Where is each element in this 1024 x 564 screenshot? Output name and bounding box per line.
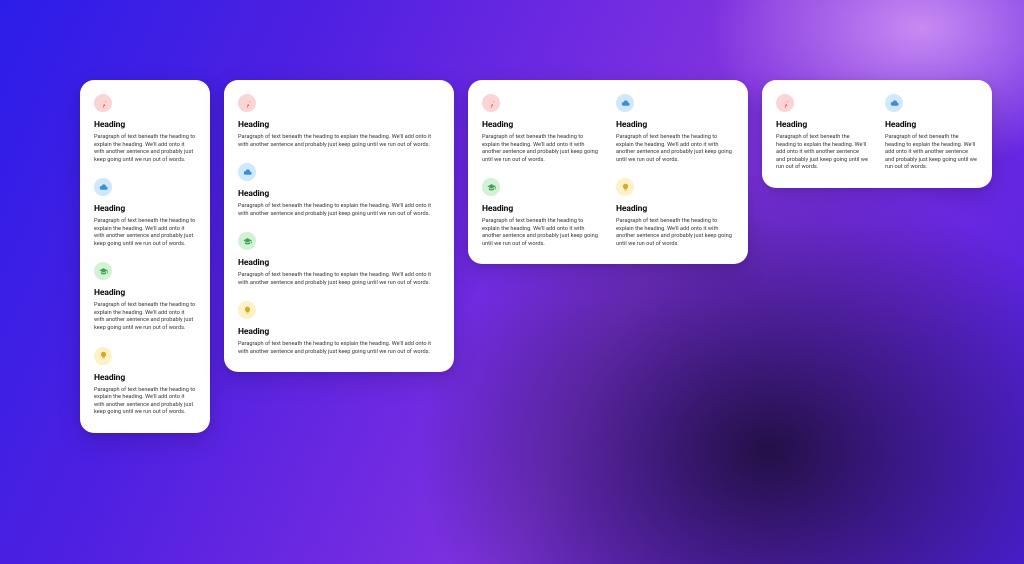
feature-heading: Heading (238, 189, 440, 199)
feature-text: Paragraph of text beneath the heading to… (885, 134, 978, 172)
card-1: Heading Paragraph of text beneath the he… (80, 80, 210, 433)
feature-heading: Heading (482, 120, 600, 130)
pin-icon (776, 94, 794, 112)
feature-text: Paragraph of text beneath the heading to… (238, 272, 440, 287)
feature-heading: Heading (776, 120, 869, 130)
feature-heading: Heading (616, 204, 734, 214)
cloud-icon (616, 94, 634, 112)
cloud-icon (94, 178, 112, 196)
feature-item: Heading Paragraph of text beneath the he… (616, 94, 734, 164)
card-4: Heading Paragraph of text beneath the he… (762, 80, 992, 188)
card-3: Heading Paragraph of text beneath the he… (468, 80, 748, 264)
feature-item: Heading Paragraph of text beneath the he… (885, 94, 978, 172)
feature-item: Heading Paragraph of text beneath the he… (238, 163, 440, 218)
feature-text: Paragraph of text beneath the heading to… (482, 134, 600, 164)
feature-text: Paragraph of text beneath the heading to… (616, 134, 734, 164)
feature-text: Paragraph of text beneath the heading to… (776, 134, 869, 172)
feature-item: Heading Paragraph of text beneath the he… (776, 94, 869, 172)
feature-item: Heading Paragraph of text beneath the he… (94, 94, 196, 164)
feature-item: Heading Paragraph of text beneath the he… (94, 347, 196, 417)
pin-icon (482, 94, 500, 112)
card-2: Heading Paragraph of text beneath the he… (224, 80, 454, 372)
canvas: Heading Paragraph of text beneath the he… (0, 0, 1024, 564)
feature-heading: Heading (94, 373, 196, 383)
cloud-icon (885, 94, 903, 112)
feature-item: Heading Paragraph of text beneath the he… (94, 262, 196, 332)
feature-item: Heading Paragraph of text beneath the he… (94, 178, 196, 248)
lightbulb-icon (616, 178, 634, 196)
feature-text: Paragraph of text beneath the heading to… (238, 341, 440, 356)
feature-heading: Heading (94, 204, 196, 214)
feature-text: Paragraph of text beneath the heading to… (94, 387, 196, 417)
feature-text: Paragraph of text beneath the heading to… (94, 134, 196, 164)
feature-text: Paragraph of text beneath the heading to… (616, 218, 734, 248)
feature-heading: Heading (616, 120, 734, 130)
feature-heading: Heading (482, 204, 600, 214)
pin-icon (94, 94, 112, 112)
feature-text: Paragraph of text beneath the heading to… (482, 218, 600, 248)
feature-text: Paragraph of text beneath the heading to… (94, 302, 196, 332)
feature-heading: Heading (238, 120, 440, 130)
feature-heading: Heading (238, 327, 440, 337)
graduation-cap-icon (482, 178, 500, 196)
lightbulb-icon (238, 301, 256, 319)
feature-item: Heading Paragraph of text beneath the he… (238, 94, 440, 149)
feature-item: Heading Paragraph of text beneath the he… (238, 232, 440, 287)
feature-item: Heading Paragraph of text beneath the he… (238, 301, 440, 356)
feature-heading: Heading (238, 258, 440, 268)
pin-icon (238, 94, 256, 112)
feature-item: Heading Paragraph of text beneath the he… (616, 178, 734, 248)
graduation-cap-icon (94, 262, 112, 280)
feature-text: Paragraph of text beneath the heading to… (238, 203, 440, 218)
feature-heading: Heading (94, 288, 196, 298)
feature-text: Paragraph of text beneath the heading to… (94, 218, 196, 248)
feature-text: Paragraph of text beneath the heading to… (238, 134, 440, 149)
cloud-icon (238, 163, 256, 181)
feature-heading: Heading (94, 120, 196, 130)
feature-heading: Heading (885, 120, 978, 130)
feature-item: Heading Paragraph of text beneath the he… (482, 178, 600, 248)
graduation-cap-icon (238, 232, 256, 250)
feature-item: Heading Paragraph of text beneath the he… (482, 94, 600, 164)
lightbulb-icon (94, 347, 112, 365)
